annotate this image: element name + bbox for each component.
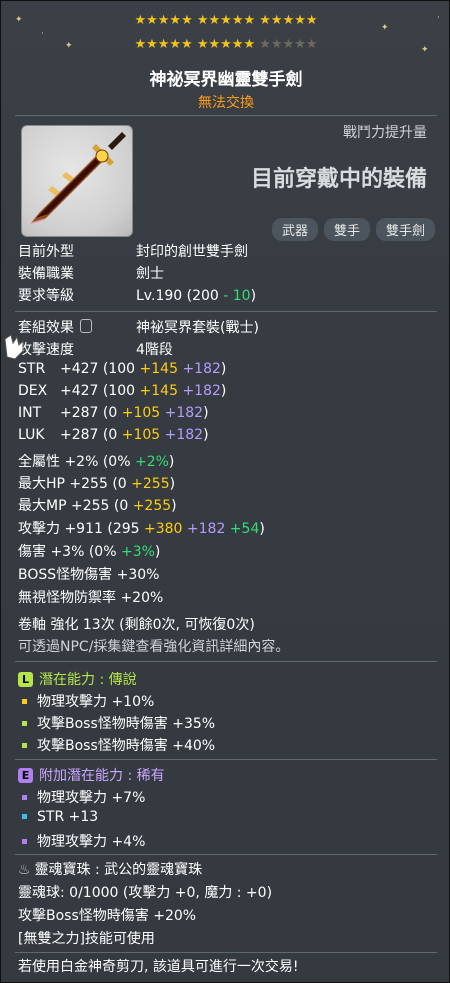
info-set: 套組效果 神祕冥界套裝(戰士) bbox=[18, 317, 259, 337]
potential-line-2: 攻擊Boss怪物時傷害 +35% bbox=[18, 713, 215, 733]
scissors-hint: 若使用白金神奇剪刀, 該道具可進行一次交易! bbox=[18, 959, 299, 975]
additional-potential-header: E 附加潛在能力 : 稀有 bbox=[18, 765, 165, 785]
info-level: 要求等級 Lv.190 (200 - 10) bbox=[18, 288, 257, 304]
divider bbox=[15, 661, 437, 662]
bullet-icon bbox=[22, 838, 27, 844]
stat-int: INT +287 (0 +105 +182) bbox=[18, 405, 209, 421]
divider bbox=[15, 311, 437, 312]
combat-power-label: 戰鬥力提升量 bbox=[343, 125, 427, 141]
tag-weapon: 武器 bbox=[271, 218, 318, 241]
item-name: 神祕冥界幽靈雙手劍 bbox=[149, 70, 303, 90]
additional-line-1: 物理攻擊力 +7% bbox=[18, 787, 145, 807]
stat-damage: 傷害 +3% (0% +3%) bbox=[18, 544, 161, 560]
tag-two-handed-sword: 雙手劍 bbox=[375, 218, 435, 241]
star-force-row-2: ★★★★★ ★★★★★ ★★★★★ bbox=[1, 37, 449, 52]
tag-two-handed: 雙手 bbox=[323, 218, 370, 241]
additional-line-2: STR +13 bbox=[18, 809, 98, 825]
set-label: 套組效果 bbox=[18, 317, 136, 337]
stat-all: 全屬性 +2% (0% +2%) bbox=[18, 454, 175, 470]
category-tags: 武器 雙手 雙手劍 bbox=[271, 218, 435, 241]
star-force-filled: ★★★★★ ★★★★★ bbox=[134, 37, 256, 52]
bullet-icon bbox=[22, 813, 27, 819]
potential-line-3: 攻擊Boss怪物時傷害 +40% bbox=[18, 735, 215, 755]
stat-max-hp: 最大HP +255 (0 +255) bbox=[18, 476, 176, 492]
two-handed-sword-icon bbox=[30, 132, 126, 224]
potential-line-1: 物理攻擊力 +10% bbox=[18, 691, 154, 711]
hand-cursor-icon bbox=[4, 334, 24, 360]
info-speed: 攻擊速度 4階段 bbox=[18, 342, 173, 358]
additional-line-3: 物理攻擊力 +4% bbox=[18, 831, 145, 851]
item-icon-frame bbox=[21, 125, 133, 237]
item-tooltip: ✦ · ✦ ✦ ✦ · ★★★★★ ★★★★★ ★★★★★ ★★★★★ ★★★★… bbox=[0, 0, 450, 983]
bullet-icon bbox=[22, 742, 27, 748]
currently-equipped-label: 目前穿戴中的裝備 bbox=[250, 167, 427, 192]
stat-str: STR +427 (100 +145 +182) bbox=[18, 361, 227, 377]
scroll-enhance: 卷軸 強化 13次 (剩餘0次, 可恢復0次) bbox=[18, 617, 255, 633]
bullet-icon bbox=[22, 720, 27, 726]
soul-flame-icon: ♨ bbox=[18, 862, 31, 878]
soul-header: ♨ 靈魂寶珠 : 武公的靈魂寶珠 bbox=[18, 862, 203, 878]
stat-max-mp: 最大MP +255 (0 +255) bbox=[18, 498, 177, 514]
stat-luk: LUK +287 (0 +105 +182) bbox=[18, 427, 209, 443]
stat-ignore-defense: 無視怪物防禦率 +20% bbox=[18, 590, 164, 606]
enhance-info-hint: 可透過NPC/採集鍵查看強化資訊詳細內容。 bbox=[18, 639, 290, 655]
legendary-badge-icon: L bbox=[18, 672, 33, 687]
stat-dex: DEX +427 (100 +145 +182) bbox=[18, 383, 227, 399]
divider bbox=[15, 115, 437, 116]
bullet-icon bbox=[22, 698, 27, 704]
star-force-empty: ★★★★★ bbox=[259, 37, 318, 52]
soul-boss-damage: 攻擊Boss怪物時傷害 +20% bbox=[18, 908, 197, 924]
bullet-icon bbox=[22, 794, 27, 800]
info-job: 裝備職業 劍士 bbox=[18, 266, 164, 282]
soul-skill: [無雙之力]技能可使用 bbox=[18, 931, 155, 947]
divider bbox=[15, 759, 437, 760]
divider bbox=[15, 952, 437, 953]
divider bbox=[15, 854, 437, 855]
trade-status: 無法交換 bbox=[198, 95, 254, 111]
stat-attack: 攻擊力 +911 (295 +380 +182 +54) bbox=[18, 521, 265, 537]
lock-icon bbox=[80, 319, 92, 333]
epic-badge-icon: E bbox=[18, 768, 33, 783]
info-look: 目前外型 封印的創世雙手劍 bbox=[18, 244, 248, 260]
soul-orb: 靈魂球: 0/1000 (攻擊力 +0, 魔力 : +0) bbox=[18, 885, 273, 901]
potential-header: L 潛在能力 : 傳說 bbox=[18, 669, 137, 689]
stat-boss-damage: BOSS怪物傷害 +30% bbox=[18, 567, 160, 583]
star-force-row-1: ★★★★★ ★★★★★ ★★★★★ bbox=[134, 13, 318, 28]
